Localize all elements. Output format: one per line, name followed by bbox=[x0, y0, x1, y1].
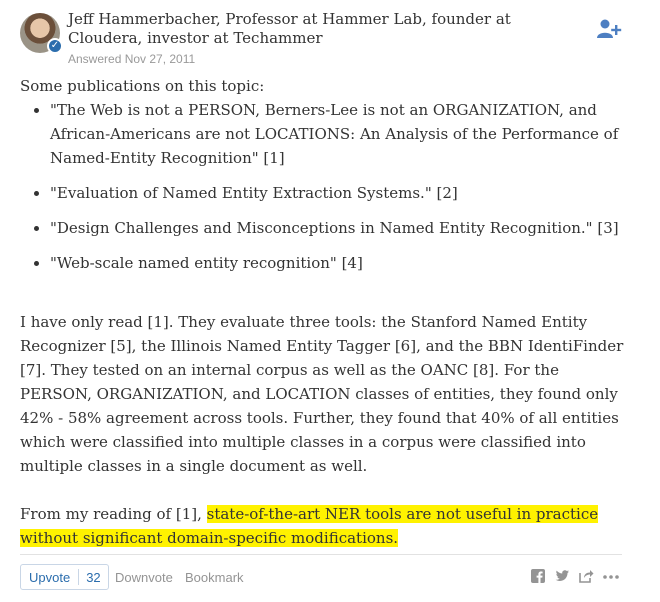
list-item: "Evaluation of Named Entity Extraction S… bbox=[50, 181, 630, 205]
share-icons bbox=[530, 568, 619, 584]
more-icon[interactable] bbox=[602, 568, 619, 584]
follow-user-icon[interactable] bbox=[596, 18, 622, 40]
list-item: "Web-scale named entity recognition" [4] bbox=[50, 251, 630, 275]
upvote-count: 32 bbox=[86, 569, 101, 585]
reference-link[interactable]: [2] bbox=[432, 184, 458, 202]
answer-header: ✓ Jeff Hammerbacher, Professor at Hammer… bbox=[20, 10, 640, 66]
publication-list: "The Web is not a PERSON, Berners-Lee is… bbox=[20, 98, 630, 275]
conclusion-prefix: From my reading of [1], bbox=[20, 505, 207, 523]
upvote-label: Upvote bbox=[29, 569, 71, 585]
list-item: "Design Challenges and Misconceptions in… bbox=[50, 216, 630, 240]
publication-title: "The Web is not a PERSON, Berners-Lee is… bbox=[50, 101, 619, 167]
upvote-button[interactable]: Upvote 32 bbox=[20, 564, 109, 590]
publication-title: "Web-scale named entity recognition" bbox=[50, 254, 337, 272]
body-paragraph: I have only read [1]. They evaluate thre… bbox=[20, 313, 624, 475]
divider bbox=[20, 554, 622, 555]
reference-link[interactable]: [3] bbox=[593, 219, 618, 237]
action-bar: Upvote 32 Downvote Bookmark bbox=[20, 564, 622, 592]
list-item: "The Web is not a PERSON, Berners-Lee is… bbox=[50, 98, 630, 170]
facebook-icon[interactable] bbox=[530, 568, 546, 584]
publication-title: "Evaluation of Named Entity Extraction S… bbox=[50, 184, 432, 202]
bookmark-button[interactable]: Bookmark bbox=[185, 570, 244, 585]
conclusion-paragraph: From my reading of [1], state-of-the-art… bbox=[20, 502, 630, 550]
share-icon[interactable] bbox=[578, 568, 594, 584]
answer-body: Some publications on this topic: "The We… bbox=[20, 74, 630, 550]
reference-link[interactable]: [1] bbox=[259, 149, 284, 167]
author-credential[interactable]: Jeff Hammerbacher, Professor at Hammer L… bbox=[68, 10, 568, 48]
verified-badge-icon: ✓ bbox=[47, 38, 63, 54]
intro-text: Some publications on this topic: bbox=[20, 77, 265, 95]
publication-title: "Design Challenges and Misconceptions in… bbox=[50, 219, 593, 237]
reference-link[interactable]: [4] bbox=[337, 254, 363, 272]
twitter-icon[interactable] bbox=[554, 568, 570, 584]
answered-date[interactable]: Answered Nov 27, 2011 bbox=[68, 52, 195, 66]
downvote-button[interactable]: Downvote bbox=[115, 570, 173, 585]
